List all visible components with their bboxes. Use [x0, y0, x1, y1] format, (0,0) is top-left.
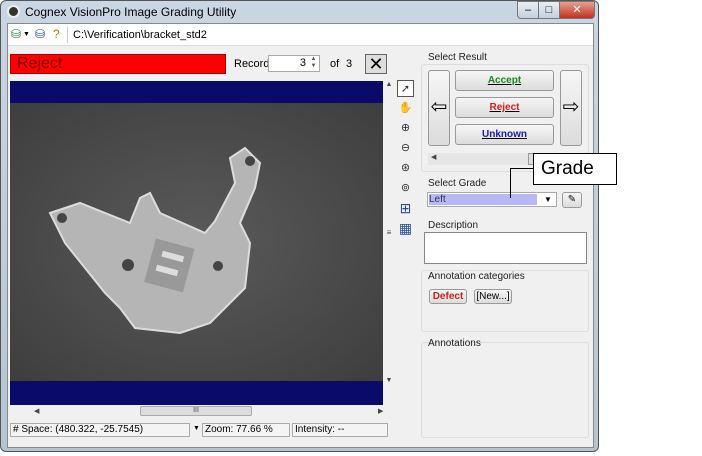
record-label: Record [234, 58, 270, 70]
vertical-scrollbar[interactable]: ▲ ≡ ▼ [384, 81, 394, 405]
description-label: Description [428, 220, 479, 231]
unknown-label: Unknown [482, 129, 527, 140]
database-open-icon[interactable]: ⛁ [11, 27, 21, 41]
accept-button[interactable]: Accept [455, 70, 554, 91]
horizontal-scrollbar[interactable]: ◀ III ▶ [10, 405, 383, 417]
file-path: C:\Verification\bracket_std2 [73, 29, 207, 41]
scroll-grip[interactable]: ≡ [384, 228, 394, 237]
reject-button[interactable]: Reject [455, 97, 554, 118]
dropdown-icon[interactable]: ▼ [23, 31, 30, 38]
maximize-button[interactable]: □ [538, 1, 560, 19]
toolbar: ⛁ ▼ ⛁ ? C:\Verification\bracket_std2 [8, 24, 593, 46]
zoom-fit-icon[interactable]: ⊛ [397, 160, 414, 177]
record-spinner[interactable]: ▲ ▼ [308, 56, 319, 71]
scroll-up-icon[interactable]: ▲ [384, 81, 394, 88]
next-record-button[interactable]: ⇨ [560, 70, 582, 146]
previous-record-button[interactable]: ⇦ [428, 70, 450, 146]
scroll-right-icon[interactable]: ▶ [378, 407, 383, 415]
help-icon[interactable]: ? [53, 27, 60, 41]
grade-value: Left [429, 194, 537, 205]
pencil-icon: ✎ [567, 194, 577, 205]
part-image [10, 103, 383, 381]
callout-leader [510, 168, 533, 169]
arrow-left-icon: ⇦ [430, 96, 448, 118]
slider-left-icon[interactable]: ◀ [431, 154, 436, 161]
pointer-icon[interactable]: ➚ [397, 80, 414, 97]
spin-up-icon[interactable]: ▲ [308, 56, 319, 63]
close-record-button[interactable]: ✕ [365, 54, 387, 74]
scroll-left-icon[interactable]: ◀ [34, 407, 39, 415]
status-bar: # Space: (480.322, -25.7545) ▼ Zoom: 77.… [10, 423, 395, 437]
zoom-in-icon[interactable]: ⊕ [397, 120, 414, 137]
result-banner: Reject [10, 54, 226, 74]
edit-grade-button[interactable]: ✎ [562, 192, 582, 208]
select-grade-label: Select Grade [428, 178, 487, 189]
callout-leader-vertical [510, 168, 511, 198]
scroll-thumb[interactable]: III [140, 406, 252, 416]
reject-label: Reject [489, 102, 520, 113]
viewer-tools: ➚ ✋ ⊕ ⊖ ⊛ ⊚ ⊞ ▦ [397, 80, 415, 240]
fine-grid-icon[interactable]: ▦ [397, 220, 414, 237]
unknown-button[interactable]: Unknown [455, 124, 554, 145]
annotations-label: Annotations [428, 338, 481, 349]
pan-hand-icon[interactable]: ✋ [397, 100, 414, 117]
zoom-out-icon[interactable]: ⊖ [397, 140, 414, 157]
image-viewer[interactable] [10, 81, 383, 405]
annotations-group [421, 342, 589, 438]
annotation-categories-label: Annotation categories [428, 271, 525, 282]
space-readout: # Space: (480.322, -25.7545) [10, 423, 190, 437]
description-input[interactable] [424, 232, 587, 264]
grade-select[interactable]: Left ▼ [427, 192, 557, 207]
zoom-actual-icon[interactable]: ⊚ [397, 180, 414, 197]
space-dropdown-icon[interactable]: ▼ [193, 425, 200, 432]
client-area: ⛁ ▼ ⛁ ? C:\Verification\bracket_std2 Rej… [7, 23, 594, 448]
new-category-button[interactable]: [New...] [474, 289, 512, 304]
minimize-button[interactable]: ‒ [517, 1, 539, 19]
scroll-down-icon[interactable]: ▼ [384, 377, 394, 384]
defect-category-button[interactable]: Defect [429, 289, 467, 304]
grade-callout: Grade [533, 153, 617, 185]
window-title: Cognex VisionPro Image Grading Utility [25, 5, 237, 19]
select-result-label: Select Result [428, 52, 487, 63]
accept-label: Accept [487, 75, 522, 86]
app-window: Cognex VisionPro Image Grading Utility ‒… [0, 0, 599, 452]
intensity-readout: Intensity: -- [292, 423, 388, 437]
app-icon [7, 5, 20, 18]
database-settings-icon[interactable]: ⛁ [35, 27, 45, 41]
spin-down-icon[interactable]: ▼ [308, 63, 319, 70]
chevron-down-icon[interactable]: ▼ [544, 195, 552, 204]
close-window-button[interactable]: ✕ [559, 1, 595, 19]
toolbar-divider [67, 27, 68, 43]
record-total: 3 [346, 58, 353, 70]
of-label: of [330, 58, 340, 70]
arrow-right-icon: ⇨ [562, 96, 580, 118]
zoom-readout: Zoom: 77.66 % [202, 423, 290, 437]
grid-icon[interactable]: ⊞ [397, 200, 414, 217]
